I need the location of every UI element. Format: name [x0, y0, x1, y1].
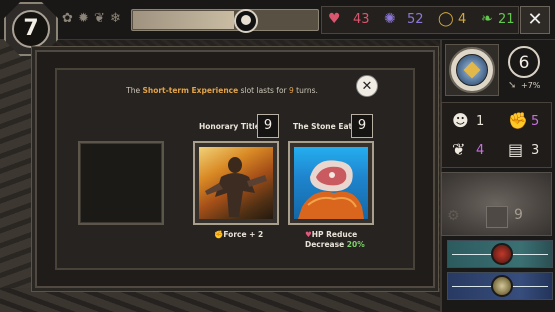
heart-icon: ♥ — [328, 11, 341, 27]
apple-icon: ❧ — [481, 11, 493, 27]
stat-wisdom: 1 — [476, 114, 485, 129]
feather-icon: ❦ — [452, 140, 466, 159]
ring-icon: ◯ — [438, 11, 454, 27]
stat-knowledge: 3 — [531, 143, 540, 158]
arrow-icon: ➘ — [508, 80, 517, 91]
fist-icon: ✊ — [214, 230, 224, 239]
resource-health-value: 43 — [353, 12, 370, 27]
turns-remaining: 6 — [508, 46, 540, 78]
snowflake-icon[interactable]: ❄ — [108, 11, 123, 26]
season-progress-fill — [133, 11, 234, 29]
message-prefix: The — [126, 86, 143, 95]
sun-icon[interactable]: ✹ — [76, 11, 91, 26]
card-effect-prefix: Decrease — [305, 240, 347, 249]
card-art — [294, 147, 368, 219]
card-count: 9 — [257, 114, 279, 138]
head-icon: ☻ — [452, 111, 469, 130]
card-name: Honorary Titles — [199, 122, 265, 131]
flower-icon[interactable]: ✿ — [60, 11, 75, 26]
card-description: ♥HP Reduce — [305, 230, 357, 240]
fist-icon: ✊ — [508, 111, 528, 130]
dialog-close-button[interactable]: ✕ — [356, 75, 378, 97]
gem-icon: ✺ — [384, 11, 396, 27]
warrior-figure — [205, 157, 267, 217]
close-button[interactable]: ✕ — [520, 6, 550, 34]
stat-charm: 4 — [476, 143, 485, 158]
book-icon: ▤ — [508, 140, 524, 159]
resource-ring-value: 4 — [458, 12, 467, 27]
card-honorary-titles[interactable] — [193, 141, 279, 225]
dialog-message: The Short-term Experience slot lasts for… — [72, 84, 372, 98]
skill-count: 9 — [514, 207, 523, 223]
resource-food-value: 21 — [498, 12, 515, 27]
spirit-icon — [491, 275, 513, 297]
turns-rate: +7% — [521, 81, 541, 90]
card-effect: Force + 2 — [223, 230, 264, 239]
card-count: 9 — [351, 114, 373, 138]
heart-icon — [491, 243, 513, 265]
meat-on-rock — [298, 160, 364, 219]
card-art — [199, 147, 273, 219]
card-description-line2: Decrease 20% — [305, 240, 365, 250]
resource-gem-value: 52 — [407, 12, 424, 27]
bottom-stone-wall — [0, 288, 440, 312]
empty-card-slot[interactable] — [78, 141, 164, 225]
lotus-icon[interactable]: ❦ — [92, 11, 107, 26]
card-effect: HP Reduce — [311, 230, 358, 239]
heart-icon: ♥ — [305, 230, 312, 239]
card-effect-value: 20% — [346, 240, 365, 249]
skill-slot — [486, 206, 508, 228]
moon-icon — [241, 15, 251, 25]
card-description: ✊Force + 2 — [214, 230, 263, 240]
message-suffix: turns. — [293, 86, 318, 95]
left-stone-wall — [0, 40, 40, 312]
stat-force: 5 — [531, 114, 540, 129]
card-the-stone-eater[interactable] — [288, 141, 374, 225]
message-middle: slot lasts for — [238, 86, 290, 95]
settings-icon: ⚙ — [447, 208, 460, 224]
message-highlight: Short-term Experience — [142, 86, 239, 95]
turn-number: 7 — [23, 16, 39, 41]
